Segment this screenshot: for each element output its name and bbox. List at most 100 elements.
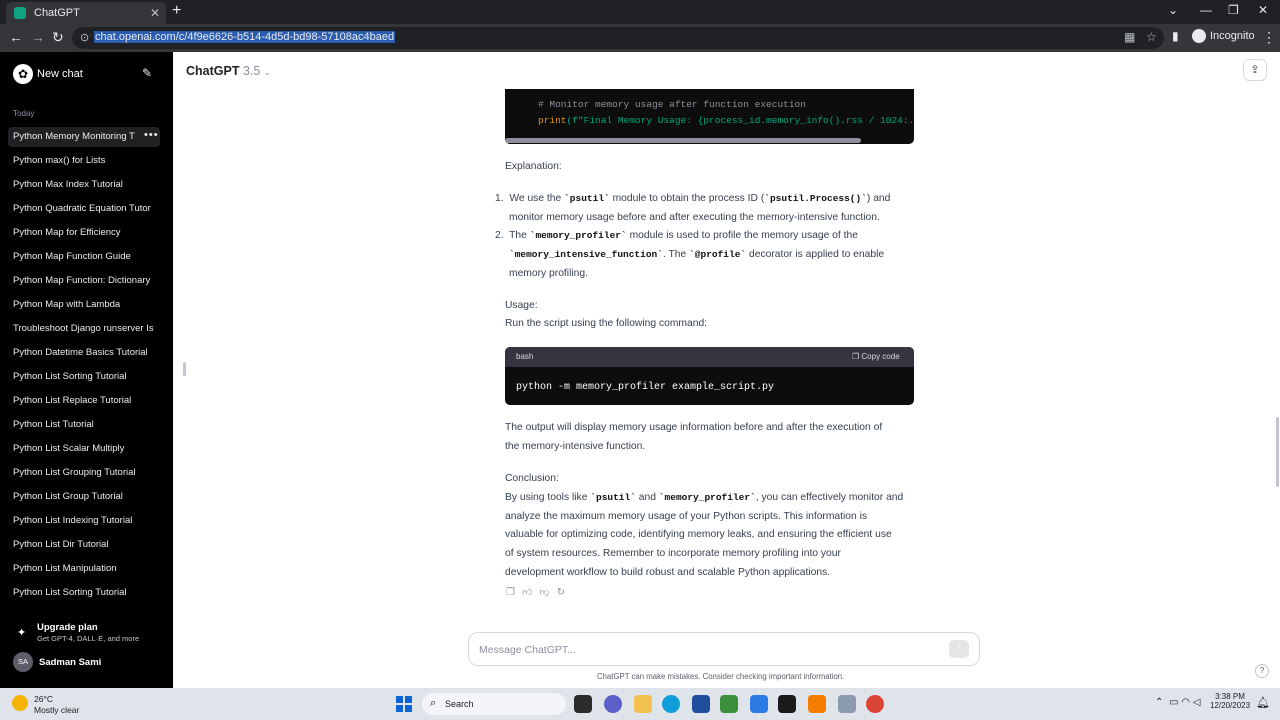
conclusion-line-1: By using tools like `psutil` and `memory… bbox=[505, 492, 903, 503]
sidebar-history-item[interactable]: Python Map for Efficiency bbox=[8, 223, 160, 243]
main-panel: ChatGPT 3.5 ⌄ ⇪ # Monitor memory usage a… bbox=[173, 52, 1280, 688]
minimize-button[interactable]: — bbox=[1200, 3, 1212, 17]
browser-menu-icon[interactable]: ⋮ bbox=[1262, 29, 1276, 46]
vscode-icon[interactable] bbox=[750, 695, 768, 713]
sidebar-history-item[interactable]: Python List Manipulation bbox=[8, 559, 160, 579]
weather-icon bbox=[12, 695, 28, 711]
search-label: Search bbox=[445, 699, 474, 709]
code-line-comment: # Monitor memory usage after function ex… bbox=[538, 99, 806, 110]
sidebar-resize-handle[interactable] bbox=[183, 362, 186, 376]
list-item-2-line-2: `memory_intensive_function`. The `@profi… bbox=[509, 249, 884, 260]
new-chat-button[interactable]: ✿ New chat ✎ bbox=[8, 62, 160, 86]
volume-icon[interactable]: ◁ bbox=[1193, 697, 1201, 708]
back-icon[interactable]: ← bbox=[9, 29, 23, 45]
forward-icon[interactable]: → bbox=[31, 29, 45, 45]
edge-icon[interactable] bbox=[662, 695, 680, 713]
side-panel-icon[interactable]: ▮ bbox=[1172, 29, 1179, 43]
bookmark-star-icon[interactable]: ☆ bbox=[1146, 30, 1157, 44]
sidebar-history-item[interactable]: Python List Tutorial bbox=[8, 415, 160, 435]
inline-code: `memory_profiler` bbox=[529, 230, 627, 241]
sidebar-history-item[interactable]: Python List Grouping Tutorial bbox=[8, 463, 160, 483]
clock[interactable]: 3:38 PM 12/20/2023 bbox=[1210, 692, 1250, 710]
store-icon[interactable] bbox=[692, 695, 710, 713]
file-explorer-icon[interactable] bbox=[634, 695, 652, 713]
sidebar-history-item[interactable]: Python Memory Monitoring T ••• bbox=[8, 127, 160, 147]
sidebar-history-item[interactable]: Python Datetime Basics Tutorial bbox=[8, 343, 160, 363]
sidebar-history-item[interactable]: Python List Indexing Tutorial bbox=[8, 511, 160, 531]
code-scrollbar[interactable] bbox=[505, 138, 861, 143]
history-item-label: Python Map Function: Dictionary bbox=[13, 275, 151, 286]
main-scrollbar[interactable] bbox=[1276, 417, 1279, 487]
text: module to obtain the process ID ( bbox=[612, 193, 765, 204]
message-actions: ❐ 👍︎ 👎︎ ↻ bbox=[506, 586, 572, 598]
sidebar-history-item[interactable]: Python List Replace Tutorial bbox=[8, 391, 160, 411]
notepad-icon[interactable] bbox=[720, 695, 738, 713]
maximize-button[interactable]: ❐ bbox=[1228, 3, 1239, 17]
chevron-up-icon[interactable]: ⌃ bbox=[1155, 697, 1163, 708]
inline-code: `psutil` bbox=[590, 492, 636, 503]
task-view-icon[interactable] bbox=[574, 695, 592, 713]
chrome-icon[interactable] bbox=[866, 695, 884, 713]
code-block-python: # Monitor memory usage after function ex… bbox=[505, 89, 914, 144]
incognito-profile[interactable]: Incognito bbox=[1192, 29, 1255, 43]
thumbs-up-icon[interactable]: 👍︎ bbox=[522, 587, 532, 598]
windows-start-icon[interactable] bbox=[396, 696, 412, 712]
sidebar-history-item[interactable]: Python Max Index Tutorial bbox=[8, 175, 160, 195]
copy-code-button[interactable]: ❐ Copy code bbox=[852, 352, 900, 361]
output-text-line-2: the memory-intensive function. bbox=[505, 441, 646, 452]
terminal-icon[interactable] bbox=[778, 695, 796, 713]
reload-icon[interactable]: ↻ bbox=[52, 29, 64, 46]
sidebar-history-item[interactable]: Python max() for Lists bbox=[8, 151, 160, 171]
browser-tab[interactable]: ChatGPT ✕ bbox=[6, 2, 166, 24]
sidebar-history-item[interactable]: Python Map with Lambda bbox=[8, 295, 160, 315]
text: module is used to profile the memory usa… bbox=[629, 230, 858, 241]
code-block-bash: bash ❐ Copy code python -m memory_profil… bbox=[505, 347, 914, 405]
conclusion-line-2: analyze the maximum memory usage of your… bbox=[505, 511, 868, 522]
history-item-label: Python Datetime Basics Tutorial bbox=[13, 347, 148, 358]
sidebar-history-item[interactable]: Python List Group Tutorial bbox=[8, 487, 160, 507]
chat-app-icon[interactable] bbox=[604, 695, 622, 713]
share-icon[interactable]: ⇪ bbox=[1243, 59, 1267, 81]
sidebar: ✿ New chat ✎ Today Python Memory Monitor… bbox=[0, 52, 173, 688]
vlc-icon[interactable] bbox=[808, 695, 826, 713]
sparkle-icon: ✦ bbox=[17, 627, 27, 639]
tab-search-icon[interactable]: ⌄ bbox=[1168, 3, 1178, 17]
close-window-button[interactable]: ✕ bbox=[1258, 3, 1268, 17]
photos-icon[interactable] bbox=[838, 695, 856, 713]
more-options-icon[interactable]: ••• bbox=[144, 129, 159, 141]
sidebar-history-item[interactable]: Python List Sorting Tutorial bbox=[8, 367, 160, 387]
history-item-label: Python Memory Monitoring T bbox=[13, 131, 135, 142]
sidebar-history-item[interactable]: Python Map Function: Dictionary bbox=[8, 271, 160, 291]
history-item-label: Python Max Index Tutorial bbox=[13, 179, 123, 190]
sidebar-history-item[interactable]: Python Quadratic Equation Tutor bbox=[8, 199, 160, 219]
text: decorator is applied to enable bbox=[748, 249, 885, 260]
network-icon[interactable]: ▭ bbox=[1169, 697, 1178, 708]
send-button[interactable]: ↑ bbox=[949, 640, 969, 658]
sidebar-history-item[interactable]: Troubleshoot Django runserver Is bbox=[8, 319, 160, 339]
qr-code-icon[interactable]: ▦ bbox=[1124, 30, 1135, 44]
address-bar[interactable]: ⊙ chat.openai.com/c/4f9e6626-b514-4d5d-b… bbox=[72, 27, 1164, 49]
upgrade-plan-button[interactable]: ✦ Upgrade plan Get GPT-4, DALL·E, and mo… bbox=[13, 622, 163, 646]
model-name: ChatGPT bbox=[186, 64, 240, 78]
thumbs-down-icon[interactable]: 👎︎ bbox=[539, 587, 549, 598]
model-selector[interactable]: ChatGPT 3.5 ⌄ bbox=[186, 64, 271, 78]
help-button[interactable]: ? bbox=[1255, 664, 1269, 678]
edit-icon[interactable]: ✎ bbox=[142, 66, 152, 80]
system-tray[interactable]: ⌃ ▭ ◠ ◁ bbox=[1155, 697, 1200, 708]
weather-temp: 26°C bbox=[34, 694, 53, 704]
url-text[interactable]: chat.openai.com/c/4f9e6626-b514-4d5d-bd9… bbox=[94, 31, 396, 43]
tab-close-icon[interactable]: ✕ bbox=[150, 6, 160, 20]
sidebar-history-item[interactable]: Python List Scalar Multiply bbox=[8, 439, 160, 459]
site-info-icon[interactable]: ⊙ bbox=[80, 31, 89, 44]
wifi-icon[interactable]: ◠ bbox=[1181, 697, 1190, 708]
notification-bell-icon[interactable]: 🔔︎ bbox=[1256, 696, 1270, 709]
copy-icon[interactable]: ❐ bbox=[506, 587, 515, 598]
regenerate-icon[interactable]: ↻ bbox=[557, 587, 565, 598]
user-menu[interactable]: SA Sadman Sami bbox=[13, 652, 163, 672]
sidebar-history-item[interactable]: Python List Dir Tutorial bbox=[8, 535, 160, 555]
message-input[interactable] bbox=[479, 642, 939, 658]
sidebar-history-item[interactable]: Python List Sorting Tutorial bbox=[8, 583, 160, 603]
taskbar-search[interactable]: ⌕ Search bbox=[422, 693, 566, 715]
new-tab-button[interactable]: + bbox=[172, 2, 181, 20]
sidebar-history-item[interactable]: Python Map Function Guide bbox=[8, 247, 160, 267]
